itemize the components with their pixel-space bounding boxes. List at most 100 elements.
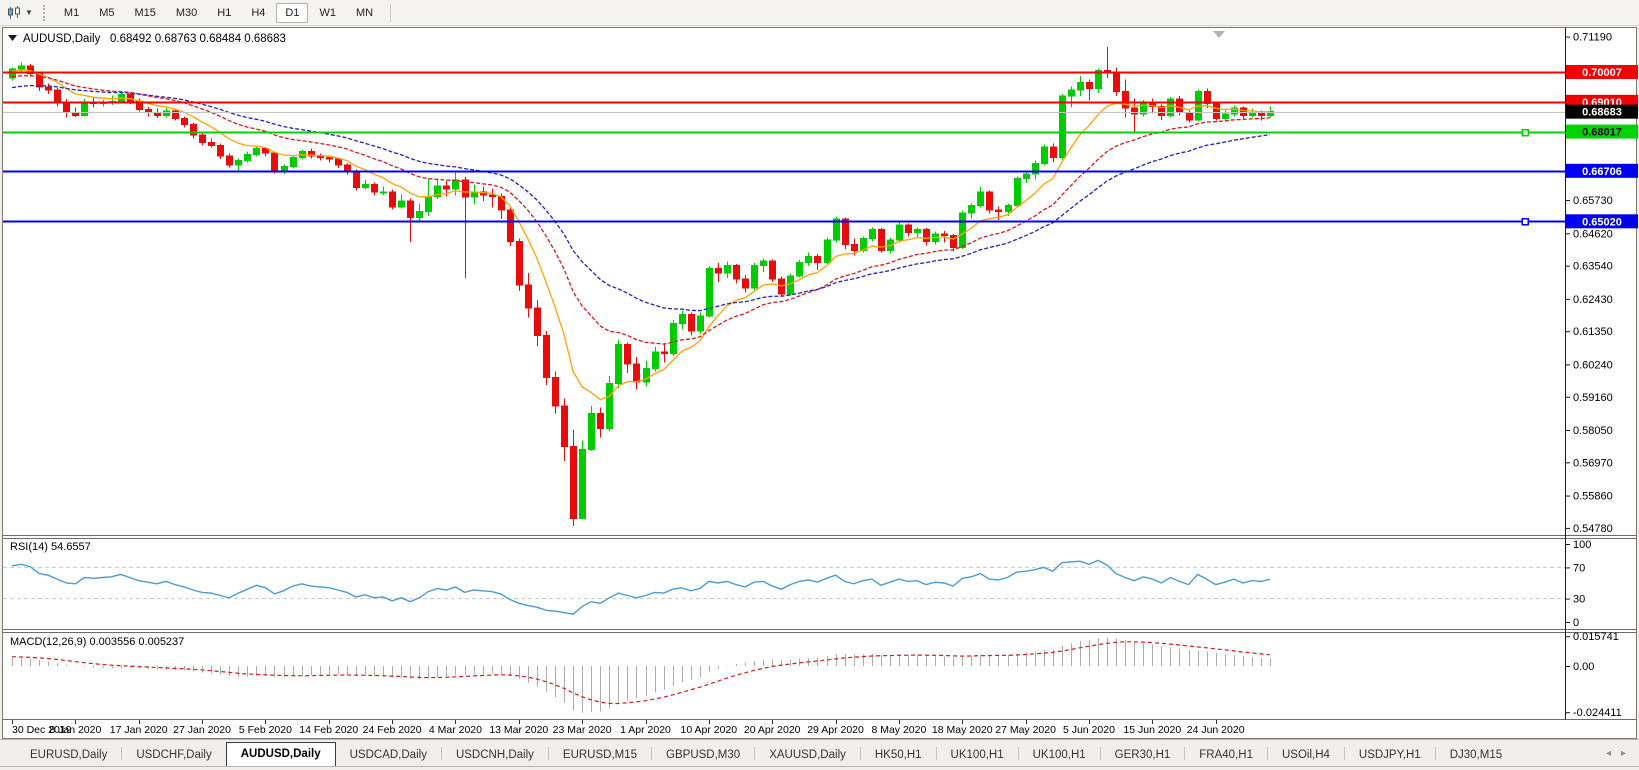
price-tick-label: 0.55860	[1573, 491, 1613, 503]
candle-body	[960, 213, 966, 247]
rsi-tick-label: 100	[1573, 539, 1591, 551]
date-label: 27 Jan 2020	[173, 724, 231, 736]
tab-hk50-h1[interactable]: HK50,H1	[861, 744, 936, 766]
candle-body	[426, 196, 432, 211]
candle-body	[517, 242, 523, 285]
date-label: 18 May 2020	[932, 724, 993, 736]
tab-eurusd-m15[interactable]: EURUSD,M15	[549, 744, 651, 766]
tab-gbpusd-m30[interactable]: GBPUSD,M30	[652, 744, 754, 766]
price-tick-label: 0.61350	[1573, 326, 1613, 338]
date-label: 8 May 2020	[871, 724, 926, 736]
candle-body	[598, 414, 604, 429]
price-badge-label: 0.66706	[1582, 166, 1622, 178]
candle-body	[1060, 96, 1066, 157]
toolbar-separator	[390, 4, 391, 22]
candle-body	[490, 195, 496, 196]
timeframe-button-h4[interactable]: H4	[242, 3, 274, 23]
candle-body	[417, 211, 423, 217]
timeframe-button-d1[interactable]: D1	[276, 3, 308, 23]
candle-body	[870, 229, 876, 238]
candle-body	[607, 384, 613, 429]
price-tick-label: 0.63540	[1573, 261, 1613, 273]
tab-ger30-h1[interactable]: GER30,H1	[1101, 744, 1185, 766]
candle-body	[164, 111, 170, 115]
tab-uk100-h1[interactable]: UK100,H1	[937, 744, 1018, 766]
candlestick-chart-icon	[7, 6, 23, 20]
candle-body	[996, 210, 1002, 211]
timeframes-toolbar: ▼ M1M5M15M30H1H4D1W1MN	[0, 0, 1639, 26]
chart-tabs: EURUSD,DailyUSDCHF,DailyAUDUSD,DailyUSDC…	[16, 742, 1516, 766]
chart-type-button[interactable]: ▼	[4, 4, 36, 22]
timeframe-button-mn[interactable]: MN	[347, 3, 382, 23]
price-badge-label: 0.68017	[1582, 127, 1622, 139]
timeframe-button-m30[interactable]: M30	[167, 3, 206, 23]
chart-ohlc-values: 0.68492 0.68763 0.68484 0.68683	[110, 33, 286, 45]
candle-body	[1259, 113, 1265, 116]
candle-body	[969, 205, 975, 212]
tab-usdjpy-h1[interactable]: USDJPY,H1	[1345, 744, 1435, 766]
tab-nav-right-icon[interactable]: ▸	[1616, 748, 1631, 759]
macd-tick-label: 0.015741	[1573, 631, 1619, 643]
candle-body	[218, 146, 224, 156]
timeframe-button-m1[interactable]: M1	[55, 3, 88, 23]
timeframe-button-w1[interactable]: W1	[310, 3, 345, 23]
candle-body	[1187, 113, 1193, 120]
candle-body	[453, 180, 459, 189]
candle-body	[825, 240, 831, 262]
candle-body	[716, 268, 722, 272]
tab-uk100-h1[interactable]: UK100,H1	[1019, 744, 1100, 766]
candle-body	[743, 279, 749, 288]
candle-body	[444, 186, 450, 189]
candle-body	[209, 143, 215, 146]
date-label: 15 Jun 2020	[1123, 724, 1181, 736]
tab-nav-left-icon[interactable]: ◂	[1601, 748, 1616, 759]
timeframe-button-m15[interactable]: M15	[125, 3, 164, 23]
candle-body	[408, 201, 414, 217]
hline-handle[interactable]	[1522, 130, 1528, 136]
date-label: 29 Apr 2020	[807, 724, 864, 736]
candle-body	[291, 158, 297, 167]
candle-body	[1223, 114, 1229, 118]
tab-fra40-h1[interactable]: FRA40,H1	[1185, 744, 1267, 766]
price-tick-label: 0.59160	[1573, 392, 1613, 404]
hline-handle[interactable]	[1522, 219, 1528, 225]
tab-xauusd-daily[interactable]: XAUUSD,Daily	[755, 744, 860, 766]
candle-body	[327, 158, 333, 159]
rsi-tick-label: 0	[1573, 617, 1579, 629]
candle-body	[752, 265, 758, 287]
candle-body	[815, 256, 821, 262]
candle-body	[282, 167, 288, 171]
candle-body	[806, 256, 812, 262]
candle-body	[671, 324, 677, 354]
candle-body	[761, 261, 767, 265]
tab-usdcnh-daily[interactable]: USDCNH,Daily	[442, 744, 548, 766]
tab-usdchf-daily[interactable]: USDCHF,Daily	[122, 744, 225, 766]
tab-audusd-daily[interactable]: AUDUSD,Daily	[226, 742, 336, 766]
chart-canvas[interactable]: 0.711900.679200.657300.646200.635400.624…	[0, 27, 1639, 739]
candle-body	[680, 315, 686, 324]
tab-dj30-m15[interactable]: DJ30,M15	[1436, 744, 1516, 766]
tab-eurusd-daily[interactable]: EURUSD,Daily	[16, 744, 121, 766]
candle-body	[1024, 174, 1030, 178]
price-tick-label: 0.58050	[1573, 425, 1613, 437]
candle-body	[725, 265, 731, 272]
tab-usoil-h4[interactable]: USOil,H4	[1268, 744, 1344, 766]
price-badge-label: 0.65020	[1582, 216, 1622, 228]
date-label: 27 May 2020	[995, 724, 1056, 736]
tab-usdcad-daily[interactable]: USDCAD,Daily	[336, 744, 441, 766]
timeframe-button-m5[interactable]: M5	[90, 3, 123, 23]
candle-body	[499, 196, 505, 209]
date-label: 17 Jan 2020	[110, 724, 168, 736]
price-tick-label: 0.62430	[1573, 294, 1613, 306]
candle-body	[46, 87, 52, 90]
candle-body	[363, 184, 369, 187]
rsi-label: RSI(14) 54.6557	[10, 541, 91, 553]
chevron-down-icon: ▼	[25, 8, 33, 17]
candle-body	[1078, 83, 1084, 90]
candle-body	[689, 315, 695, 331]
rsi-tick-label: 70	[1573, 562, 1585, 574]
candle-body	[82, 102, 88, 115]
tab-nav: ◂▸	[1601, 748, 1631, 759]
candle-body	[155, 113, 161, 116]
timeframe-button-h1[interactable]: H1	[208, 3, 240, 23]
